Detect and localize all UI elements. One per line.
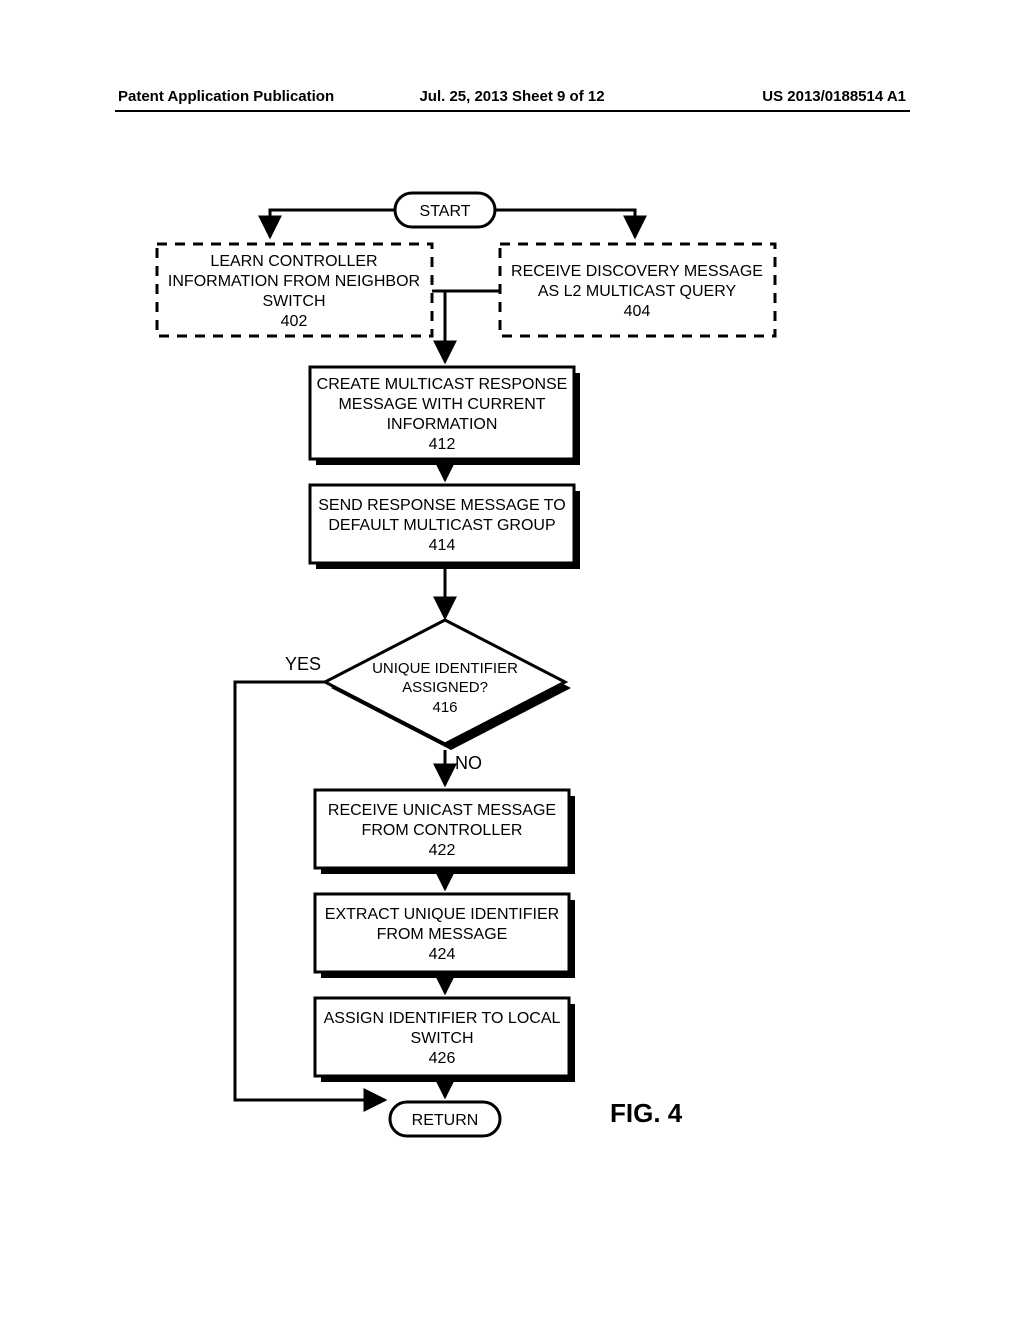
edge-start-402 <box>270 210 395 237</box>
node-412: CREATE MULTICAST RESPONSE MESSAGE WITH C… <box>310 367 580 465</box>
n404-ref: 404 <box>624 303 651 320</box>
start-label: START <box>420 203 471 220</box>
n426-l1: ASSIGN IDENTIFIER TO LOCAL <box>324 1010 561 1027</box>
n402-l2: INFORMATION FROM NEIGHBOR <box>168 273 420 290</box>
node-426: ASSIGN IDENTIFIER TO LOCAL SWITCH 426 <box>315 998 575 1082</box>
edge-402-412 <box>432 291 445 362</box>
node-414: SEND RESPONSE MESSAGE TO DEFAULT MULTICA… <box>310 485 580 569</box>
edge-start-404 <box>495 210 635 237</box>
n416-ref: 416 <box>432 699 457 716</box>
n424-l2: FROM MESSAGE <box>377 926 508 943</box>
return-label: RETURN <box>412 1112 479 1129</box>
n424-ref: 424 <box>429 946 456 963</box>
node-422: RECEIVE UNICAST MESSAGE FROM CONTROLLER … <box>315 790 575 874</box>
n416-l1: UNIQUE IDENTIFIER <box>372 660 518 677</box>
n412-l3: INFORMATION <box>387 416 498 433</box>
n424-l1: EXTRACT UNIQUE IDENTIFIER <box>325 906 559 923</box>
decision-yes-label: YES <box>285 654 321 675</box>
n422-l1: RECEIVE UNICAST MESSAGE <box>328 802 556 819</box>
n414-l1: SEND RESPONSE MESSAGE TO <box>318 497 565 514</box>
n422-ref: 422 <box>429 842 456 859</box>
n416-l2: ASSIGNED? <box>402 679 488 696</box>
n404-l2: AS L2 MULTICAST QUERY <box>538 283 737 300</box>
n412-ref: 412 <box>429 436 456 453</box>
n414-ref: 414 <box>429 537 456 554</box>
n426-l2: SWITCH <box>410 1030 473 1047</box>
n402-ref: 402 <box>281 313 308 330</box>
n402-l3: SWITCH <box>262 293 325 310</box>
n422-l2: FROM CONTROLLER <box>362 822 523 839</box>
return-node: RETURN <box>390 1102 500 1136</box>
node-424: EXTRACT UNIQUE IDENTIFIER FROM MESSAGE 4… <box>315 894 575 978</box>
figure-label: FIG. 4 <box>610 1098 682 1129</box>
n402-l1: LEARN CONTROLLER <box>210 253 377 270</box>
n412-l1: CREATE MULTICAST RESPONSE <box>317 376 568 393</box>
n414-l2: DEFAULT MULTICAST GROUP <box>328 517 555 534</box>
n426-ref: 426 <box>429 1050 456 1067</box>
node-416: UNIQUE IDENTIFIER ASSIGNED? 416 <box>325 620 571 750</box>
n412-l2: MESSAGE WITH CURRENT <box>338 396 545 413</box>
node-402: LEARN CONTROLLER INFORMATION FROM NEIGHB… <box>157 244 432 336</box>
decision-no-label: NO <box>455 753 482 774</box>
n404-l1: RECEIVE DISCOVERY MESSAGE <box>511 263 763 280</box>
node-404: RECEIVE DISCOVERY MESSAGE AS L2 MULTICAS… <box>500 244 775 336</box>
start-node: START <box>395 193 495 227</box>
flowchart: START LEARN CONTROLLER INFORMATION FROM … <box>0 0 1024 1320</box>
